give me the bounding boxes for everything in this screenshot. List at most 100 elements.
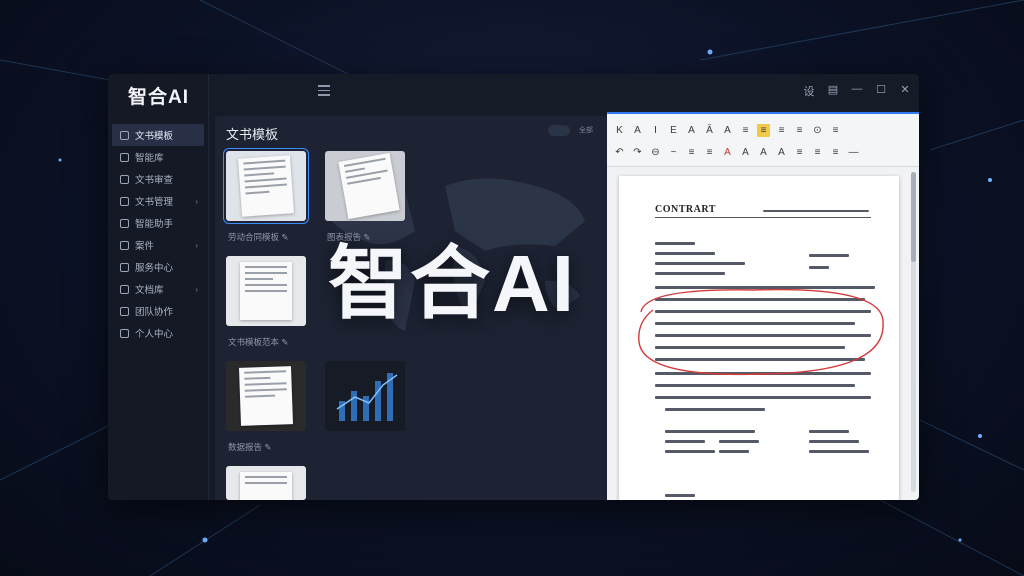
toolbar-button[interactable]: A — [739, 146, 752, 159]
menu-icon[interactable] — [318, 85, 330, 96]
app-logo: 智合AI — [128, 87, 190, 108]
sidebar: 智合AI 文书模板 智能库 文书审查 文书管理 › 智能助手 案件 › 服务中心 文档库 › 团队协作… — [108, 74, 209, 500]
editor-toolbar: K A I E A Ā A ≡ ≡ ≡ ≡ ⊙ ≡ ↶ ↷ ⊖ ~ ≡ ≡ A A A A ≡ ≡ ≡ — — [607, 114, 919, 167]
doc-text-line — [655, 252, 715, 255]
toolbar-button[interactable]: ≡ — [757, 124, 770, 137]
doc-text-line — [655, 272, 725, 275]
toolbar-button[interactable]: A — [721, 124, 734, 137]
chart-preview-graphic — [336, 373, 398, 421]
toggle-label: 全部 — [579, 127, 593, 134]
folder-icon — [120, 152, 129, 162]
sidebar-item[interactable]: 智能助手 — [112, 212, 204, 234]
toolbar-button[interactable]: A — [757, 146, 770, 159]
document-page[interactable]: CONTRART — [619, 176, 899, 500]
toolbar-button[interactable]: ≡ — [739, 124, 752, 137]
toolbar-row-2: ↶ ↷ ⊖ ~ ≡ ≡ A A A A ≡ ≡ ≡ — — [613, 146, 860, 159]
toolbar-row-1: K A I E A Ā A ≡ ≡ ≡ ≡ ⊙ ≡ — [613, 124, 842, 137]
toolbar-button[interactable]: K — [613, 124, 626, 137]
warning-icon — [120, 174, 129, 184]
template-thumb[interactable] — [325, 151, 405, 221]
toolbar-button[interactable]: A — [685, 124, 698, 137]
template-thumb[interactable] — [325, 361, 405, 431]
doc-text-line — [809, 254, 849, 257]
history-icon — [120, 262, 129, 272]
doc-text-line — [809, 450, 869, 453]
template-thumb[interactable] — [226, 466, 306, 500]
title-rule — [655, 217, 871, 218]
close-icon[interactable]: ✕ — [899, 83, 911, 99]
sidebar-item[interactable]: 文档库 › — [112, 278, 204, 300]
toolbar-button[interactable]: A — [631, 124, 644, 137]
document-title: CONTRART — [655, 204, 716, 215]
sidebar-item-label: 智能库 — [135, 153, 164, 164]
sidebar-item-label: 文档库 — [135, 285, 164, 296]
thumb-caption: 劳动合同模板 ✎ — [228, 232, 289, 242]
toolbar-button[interactable]: I — [649, 124, 662, 137]
doc-text-line — [655, 384, 855, 387]
settings-icon[interactable]: 设 — [803, 83, 815, 99]
sidebar-item[interactable]: 文书管理 › — [112, 190, 204, 212]
doc-text-line — [665, 430, 725, 433]
toolbar-button[interactable]: ↶ — [613, 146, 626, 159]
thumb-caption: 数据报告 ✎ — [228, 442, 272, 452]
chat-icon — [120, 218, 129, 228]
layout-icon[interactable]: ▤ — [827, 83, 839, 99]
toolbar-button[interactable]: ⊖ — [649, 146, 662, 159]
chevron-right-icon: › — [195, 284, 198, 294]
editor-scrollbar[interactable] — [911, 172, 916, 492]
template-thumb[interactable] — [226, 361, 306, 431]
view-toggle[interactable] — [548, 125, 570, 136]
toolbar-button[interactable]: ≡ — [775, 124, 788, 137]
toolbar-button[interactable]: Ā — [703, 124, 716, 137]
toolbar-button[interactable]: ↷ — [631, 146, 644, 159]
doc-text-line — [665, 440, 705, 443]
sidebar-item-label: 文书管理 — [135, 197, 174, 208]
minimize-icon[interactable]: — — [851, 83, 863, 99]
toolbar-button[interactable]: ⊙ — [811, 124, 824, 137]
chevron-right-icon: › — [195, 196, 198, 206]
doc-text-line — [719, 450, 749, 453]
file-icon — [120, 196, 129, 206]
toolbar-button[interactable]: A — [775, 146, 788, 159]
sidebar-item[interactable]: 团队协作 — [112, 300, 204, 322]
sidebar-item-label: 团队协作 — [135, 307, 174, 318]
sidebar-item[interactable]: 文书审查 — [112, 168, 204, 190]
sidebar-item-label: 服务中心 — [135, 263, 174, 274]
sidebar-item[interactable]: 智能库 — [112, 146, 204, 168]
toolbar-button[interactable]: ≡ — [703, 146, 716, 159]
template-thumb[interactable] — [223, 148, 309, 224]
toolbar-button[interactable]: ≡ — [811, 146, 824, 159]
sidebar-item-label: 智能助手 — [135, 219, 174, 230]
sidebar-item[interactable]: 服务中心 — [112, 256, 204, 278]
toolbar-button[interactable]: ~ — [667, 146, 680, 159]
panel-title: 文书模板 — [226, 127, 279, 142]
toolbar-button[interactable]: ≡ — [685, 146, 698, 159]
toolbar-button[interactable]: ≡ — [829, 124, 842, 137]
sidebar-item[interactable]: 案件 › — [112, 234, 204, 256]
sidebar-item-label: 文书模板 — [135, 131, 174, 142]
sidebar-nav: 文书模板 智能库 文书审查 文书管理 › 智能助手 案件 › 服务中心 文档库 › 团队协作 个人中心 — [112, 124, 204, 344]
user-icon — [120, 328, 129, 338]
doc-text-line — [665, 494, 695, 497]
sidebar-item-label: 案件 — [135, 241, 155, 252]
doc-text-line — [655, 262, 745, 265]
toolbar-button[interactable]: A — [721, 146, 734, 159]
sidebar-item[interactable]: 个人中心 — [112, 322, 204, 344]
maximize-icon[interactable]: ☐ — [875, 83, 887, 99]
toolbar-button[interactable]: — — [847, 146, 860, 159]
doc-text-line — [719, 430, 755, 433]
toolbar-button[interactable]: ≡ — [793, 124, 806, 137]
archive-icon — [120, 284, 129, 294]
doc-header-meta — [763, 210, 869, 212]
toolbar-button[interactable]: E — [667, 124, 680, 137]
doc-text-line — [665, 450, 715, 453]
toolbar-button[interactable]: ≡ — [829, 146, 842, 159]
doc-text-line — [655, 242, 695, 245]
sidebar-item-label: 文书审查 — [135, 175, 174, 186]
sidebar-item[interactable]: 文书模板 — [112, 124, 204, 146]
doc-text-line — [809, 430, 849, 433]
template-thumb[interactable] — [226, 256, 306, 326]
hero-title: 智合AI — [328, 239, 576, 328]
sidebar-item-label: 个人中心 — [135, 329, 174, 340]
toolbar-button[interactable]: ≡ — [793, 146, 806, 159]
